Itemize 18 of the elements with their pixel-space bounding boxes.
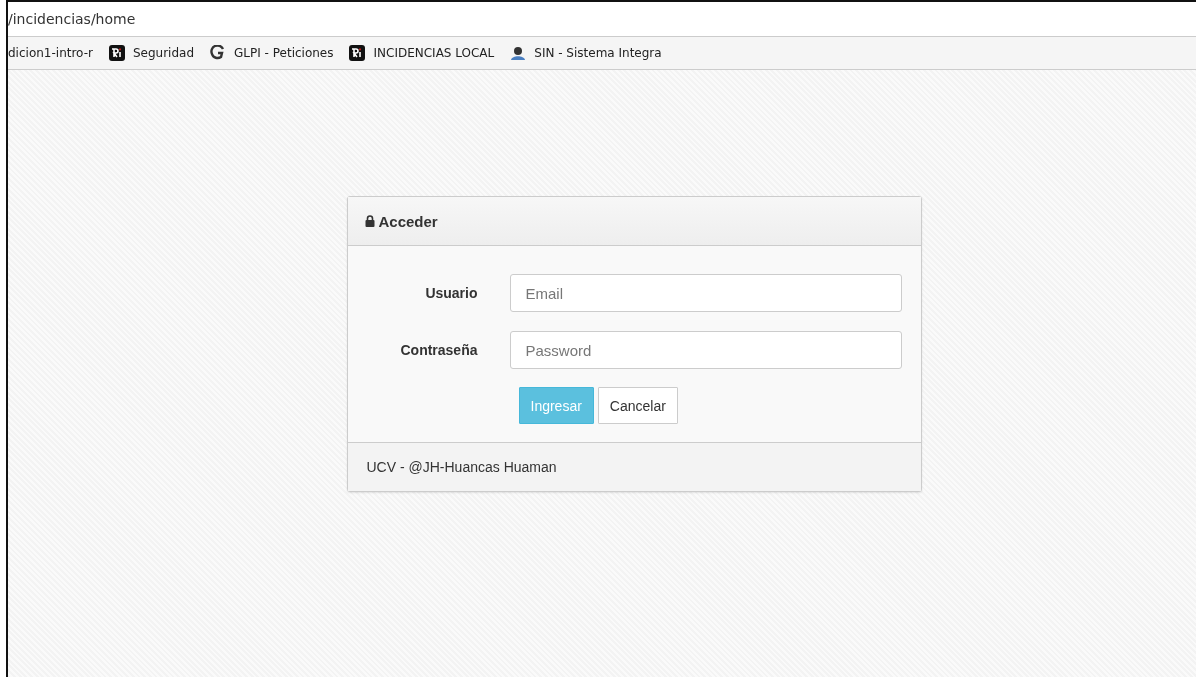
- bookmark[interactable]: Seguridad: [108, 45, 194, 61]
- input-field[interactable]: Email: [509, 274, 902, 312]
- footer-text: UCV - @JH-Huancas Huaman: [366, 459, 557, 475]
- ri-logo-icon: [349, 45, 366, 61]
- g-logo-icon: [210, 45, 226, 61]
- person-icon: [510, 45, 527, 61]
- bookmark[interactable]: SIN - Sistema Integra: [510, 45, 662, 61]
- field-label: Usuario: [424, 285, 478, 301]
- bookmark[interactable]: INCIDENCIAS LOCAL: [349, 45, 495, 61]
- input-field[interactable]: Password: [509, 331, 902, 369]
- lock-icon: [364, 215, 375, 227]
- bookmark[interactable]: dicion1-intro-r: [8, 46, 93, 60]
- panel-title: Acceder: [378, 212, 438, 230]
- bookmark[interactable]: GLPI - Peticiones: [210, 45, 334, 61]
- ri-logo-icon: [108, 45, 125, 61]
- cancel-button[interactable]: Cancelar: [597, 387, 678, 424]
- address-url[interactable]: /incidencias/home: [8, 11, 136, 27]
- field-label: Contraseña: [399, 342, 478, 358]
